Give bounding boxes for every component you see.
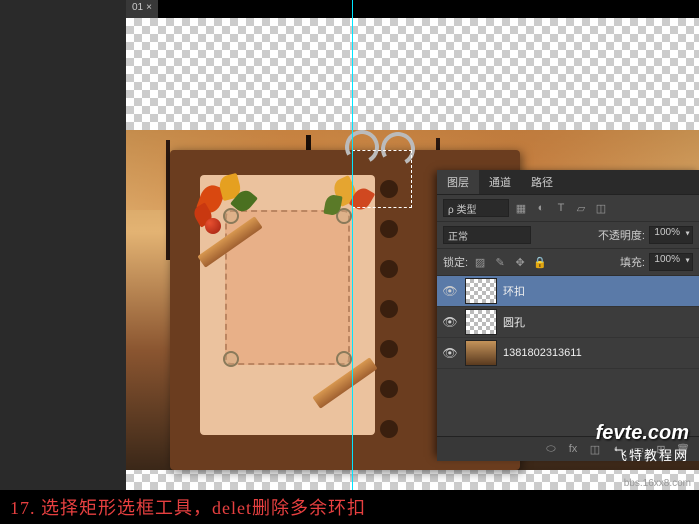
layer-thumb[interactable] bbox=[465, 278, 497, 304]
fill-input[interactable]: 100% bbox=[649, 253, 693, 271]
layer-thumb[interactable] bbox=[465, 340, 497, 366]
blend-row: 正常 不透明度: 100% bbox=[437, 222, 699, 249]
leaf-cluster-top-right bbox=[315, 170, 385, 230]
lock-row: 锁定: ▨ ✎ ✥ 🔒 填充: 100% bbox=[437, 249, 699, 276]
filter-smart-icon[interactable]: ◫ bbox=[593, 200, 609, 216]
layer-name[interactable]: 圆孔 bbox=[503, 314, 525, 330]
filter-pixel-icon[interactable]: ▦ bbox=[513, 200, 529, 216]
filter-type-select[interactable]: ρ 类型 bbox=[443, 199, 509, 217]
ring-binder bbox=[345, 130, 425, 175]
layer-row[interactable]: 👁 1381802313611 bbox=[437, 338, 699, 369]
app-left-margin bbox=[0, 0, 126, 490]
binding-holes bbox=[380, 180, 410, 440]
layer-name[interactable]: 1381802313611 bbox=[503, 347, 582, 359]
layer-list: 👁 环扣 👁 圆孔 👁 1381802313611 bbox=[437, 276, 699, 436]
album-page bbox=[200, 175, 375, 435]
layer-thumb[interactable] bbox=[465, 309, 497, 335]
corner-clip bbox=[223, 351, 239, 367]
layer-row[interactable]: 👁 环扣 bbox=[437, 276, 699, 307]
ring bbox=[377, 128, 419, 170]
blend-mode-select[interactable]: 正常 bbox=[443, 226, 531, 244]
close-icon[interactable]: × bbox=[146, 2, 152, 16]
lock-all-icon[interactable]: 🔒 bbox=[532, 254, 548, 270]
link-icon[interactable]: ⬭ bbox=[543, 441, 559, 457]
document-tab-bar: 01 × bbox=[126, 0, 158, 18]
watermark-site: fevte.com bbox=[596, 422, 689, 445]
watermark: fevte.com 飞特教程网 bbox=[596, 422, 689, 464]
fx-icon[interactable]: fx bbox=[565, 441, 581, 457]
lock-trans-icon[interactable]: ▨ bbox=[472, 254, 488, 270]
filter-shape-icon[interactable]: ▱ bbox=[573, 200, 589, 216]
tab-channels[interactable]: 通道 bbox=[479, 170, 521, 194]
watermark-bbs: bbs.16xx8.com bbox=[624, 478, 691, 489]
opacity-label: 不透明度: bbox=[598, 227, 645, 243]
panel-tabs: 图层 通道 路径 bbox=[437, 170, 699, 195]
visibility-icon[interactable]: 👁 bbox=[441, 344, 459, 362]
lock-label: 锁定: bbox=[443, 254, 468, 270]
lock-paint-icon[interactable]: ✎ bbox=[492, 254, 508, 270]
layer-row[interactable]: 👁 圆孔 bbox=[437, 307, 699, 338]
visibility-icon[interactable]: 👁 bbox=[441, 313, 459, 331]
watermark-cn: 飞特教程网 bbox=[596, 445, 689, 464]
filter-row: ρ 类型 ▦ ◐ T ▱ ◫ bbox=[437, 195, 699, 222]
lock-move-icon[interactable]: ✥ bbox=[512, 254, 528, 270]
filter-type-icon[interactable]: T bbox=[553, 200, 569, 216]
ring bbox=[341, 126, 383, 168]
tutorial-caption: 17. 选择矩形选框工具，delet删除多余环扣 bbox=[0, 490, 699, 524]
tab-paths[interactable]: 路径 bbox=[521, 170, 563, 194]
opacity-input[interactable]: 100% bbox=[649, 226, 693, 244]
corner-clip bbox=[336, 351, 352, 367]
visibility-icon[interactable]: 👁 bbox=[441, 282, 459, 300]
vertical-guide[interactable] bbox=[352, 0, 353, 490]
document-tab[interactable]: 01 bbox=[132, 2, 143, 16]
layers-panel: 图层 通道 路径 ρ 类型 ▦ ◐ T ▱ ◫ 正常 不透明度: 100% 锁定… bbox=[437, 170, 699, 455]
filter-adjust-icon[interactable]: ◐ bbox=[533, 200, 549, 216]
layer-name[interactable]: 环扣 bbox=[503, 283, 525, 299]
fill-label: 填充: bbox=[620, 254, 645, 270]
tab-layers[interactable]: 图层 bbox=[437, 170, 479, 194]
